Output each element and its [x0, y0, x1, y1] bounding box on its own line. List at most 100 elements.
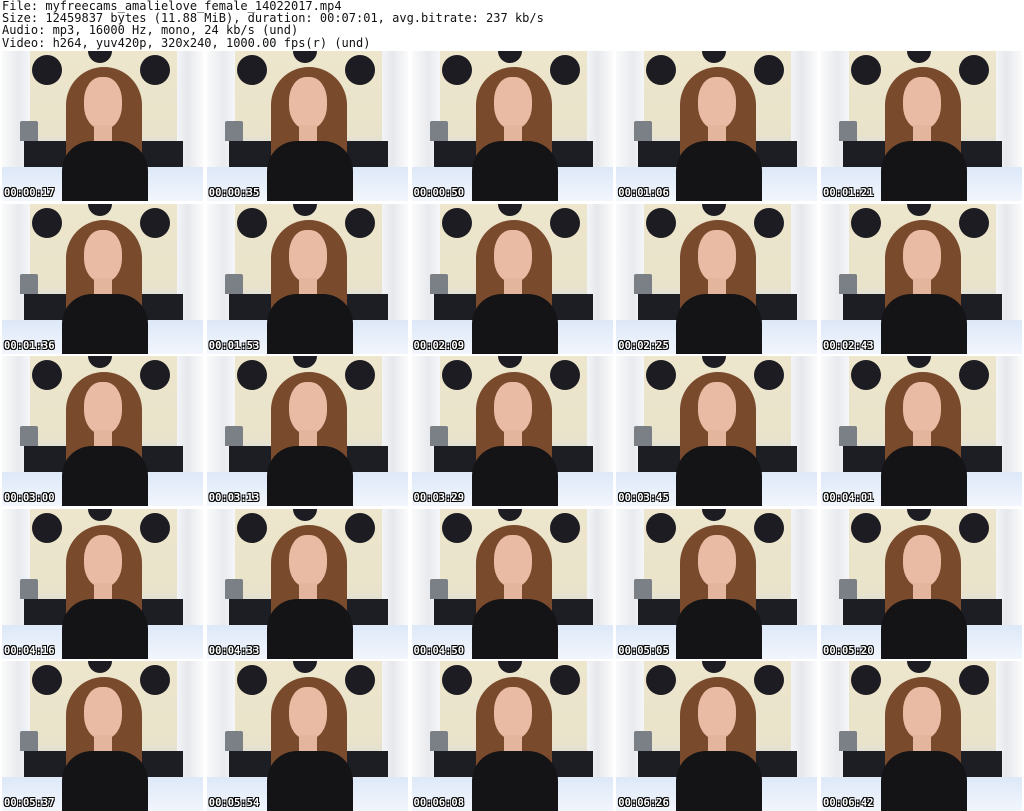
thumbnail-timestamp: 00:03:29	[413, 492, 465, 504]
video-thumbnail: 00:05:20	[821, 508, 1022, 659]
thumbnail-timestamp: 00:01:06	[618, 187, 669, 199]
lamp	[224, 731, 243, 751]
lamp	[224, 121, 243, 141]
thumbnail-timestamp: 00:01:36	[4, 339, 55, 352]
face	[493, 77, 532, 129]
face	[288, 382, 327, 434]
thumbnail-timestamp: 00:01:21	[823, 187, 874, 199]
thumbnail-timestamp: 00:06:26	[618, 797, 669, 809]
thumbnail-timestamp: 00:02:43	[823, 339, 874, 352]
audio-info-line: Audio: mp3, 16000 Hz, mono, 24 kb/s (und…	[2, 23, 299, 38]
thumbnail-timestamp: 00:02:09	[413, 339, 465, 352]
lamp	[839, 273, 857, 294]
black-top	[266, 293, 353, 354]
person	[52, 364, 162, 506]
video-thumbnail: 00:02:09	[411, 203, 613, 354]
face	[698, 77, 737, 129]
black-top	[676, 446, 763, 506]
black-top	[266, 446, 353, 506]
face	[903, 534, 941, 587]
lamp	[224, 426, 243, 446]
video-thumbnail: 00:01:53	[206, 203, 408, 354]
neck	[298, 277, 317, 296]
face	[698, 382, 737, 434]
lamp	[429, 578, 448, 599]
person	[52, 517, 162, 659]
thumbnail-timestamp: 00:06:08	[413, 797, 465, 809]
thumbnail-timestamp: 00:01:53	[208, 339, 260, 352]
lamp	[839, 731, 857, 751]
person	[257, 517, 367, 659]
black-top	[471, 446, 558, 506]
face	[903, 382, 941, 434]
black-top	[471, 141, 558, 201]
thumbnail-timestamp: 00:05:20	[823, 644, 874, 657]
black-top	[471, 751, 558, 811]
face	[288, 534, 327, 587]
black-top	[676, 141, 763, 201]
black-top	[62, 751, 148, 811]
black-top	[62, 446, 148, 506]
thumbnail-timestamp: 00:05:05	[618, 644, 669, 657]
face	[288, 77, 327, 129]
face	[698, 687, 737, 739]
face	[903, 687, 941, 739]
person	[666, 59, 776, 201]
black-top	[266, 598, 353, 659]
lamp	[634, 273, 653, 294]
black-top	[881, 141, 967, 201]
black-top	[471, 598, 558, 659]
video-thumbnail: 00:02:43	[821, 203, 1022, 354]
neck	[503, 582, 522, 601]
video-thumbnail: 00:06:26	[616, 661, 818, 811]
black-top	[676, 751, 763, 811]
file-info-header: File: myfreecams_amalielove_female_14022…	[2, 0, 1022, 50]
black-top	[881, 293, 967, 354]
video-thumbnail: 00:00:50	[411, 51, 613, 201]
lamp	[839, 578, 857, 599]
face	[84, 229, 122, 282]
video-thumbnail: 00:03:00	[2, 356, 203, 506]
face	[903, 77, 941, 129]
person	[871, 364, 981, 506]
person	[666, 212, 776, 354]
lamp	[634, 121, 653, 141]
face	[903, 229, 941, 282]
person	[257, 59, 367, 201]
thumbnail-timestamp: 00:05:54	[208, 797, 260, 809]
thumbnail-timestamp: 00:03:13	[208, 492, 260, 504]
lamp	[429, 731, 448, 751]
video-thumbnail: 00:01:21	[821, 51, 1022, 201]
video-thumbnail: 00:03:45	[616, 356, 818, 506]
video-thumbnail: 00:03:13	[206, 356, 408, 506]
face	[288, 229, 327, 282]
lamp	[20, 426, 38, 446]
face	[493, 382, 532, 434]
lamp	[839, 121, 857, 141]
black-top	[881, 598, 967, 659]
lamp	[429, 121, 448, 141]
black-top	[62, 598, 148, 659]
neck	[708, 277, 727, 296]
lamp	[429, 426, 448, 446]
black-top	[881, 751, 967, 811]
video-thumbnail: 00:01:36	[2, 203, 203, 354]
lamp	[224, 273, 243, 294]
face	[84, 77, 122, 129]
neck	[708, 582, 727, 601]
thumbnail-timestamp: 00:00:17	[4, 187, 55, 199]
video-thumbnail: 00:04:50	[411, 508, 613, 659]
person	[52, 212, 162, 354]
person	[871, 669, 981, 811]
neck	[913, 277, 931, 296]
video-thumbnail: 00:04:33	[206, 508, 408, 659]
person	[462, 364, 572, 506]
thumbnail-timestamp: 00:04:01	[823, 492, 874, 504]
person	[666, 517, 776, 659]
video-thumbnail: 00:02:25	[616, 203, 818, 354]
person	[462, 212, 572, 354]
thumbnail-grid: 00:00:17 00:00:35 00:00:50 00:01:06 00:01:21…	[2, 51, 1022, 811]
video-thumbnail: 00:03:29	[411, 356, 613, 506]
person	[257, 364, 367, 506]
person	[666, 669, 776, 811]
